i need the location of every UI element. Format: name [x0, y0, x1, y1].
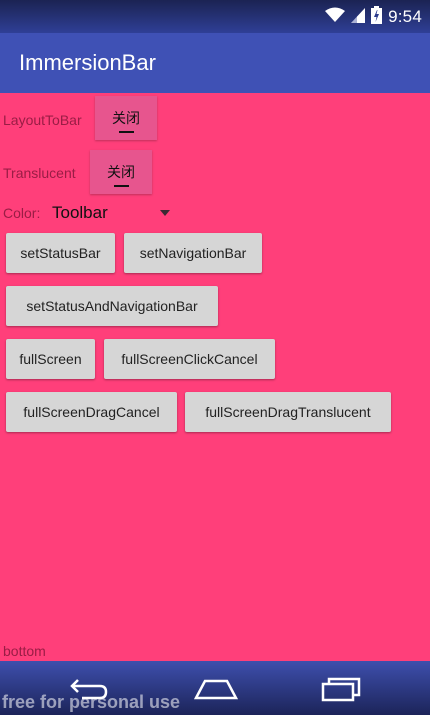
app-title: ImmersionBar [19, 50, 156, 75]
battery-charging-icon [371, 5, 383, 29]
set-status-bar-button[interactable]: setStatusBar [6, 233, 115, 273]
status-time: 9:54 [388, 7, 422, 26]
full-screen-drag-translucent-button[interactable]: fullScreenDragTranslucent [185, 392, 391, 432]
color-label: Color: [3, 205, 41, 221]
toggle-indicator [114, 185, 129, 187]
recents-icon[interactable] [311, 671, 371, 705]
app-bar: ImmersionBar [0, 33, 430, 93]
bottom-label: bottom [3, 643, 46, 659]
color-spinner[interactable]: Toolbar [50, 198, 176, 226]
status-bar: 9:54 [0, 0, 430, 33]
translucent-label: Translucent [3, 165, 76, 181]
status-icons: 9:54 [325, 5, 422, 29]
full-screen-click-cancel-button[interactable]: fullScreenClickCancel [104, 339, 275, 379]
home-icon[interactable] [186, 671, 246, 705]
chevron-down-icon [160, 210, 170, 216]
translucent-toggle-label: 关闭 [107, 165, 135, 181]
toggle-indicator [119, 131, 134, 133]
color-spinner-value: Toolbar [52, 203, 108, 222]
full-screen-button[interactable]: fullScreen [6, 339, 95, 379]
layout-to-bar-label: LayoutToBar [3, 112, 82, 128]
wifi-icon [325, 7, 346, 28]
full-screen-drag-cancel-button[interactable]: fullScreenDragCancel [6, 392, 177, 432]
set-navigation-bar-button[interactable]: setNavigationBar [124, 233, 262, 273]
signal-icon [351, 7, 366, 28]
translucent-toggle-button[interactable]: 关闭 [90, 150, 152, 194]
watermark-text: free for personal use [2, 692, 181, 712]
layout-to-bar-toggle-button[interactable]: 关闭 [95, 96, 157, 140]
layout-to-bar-toggle-label: 关闭 [112, 111, 140, 127]
set-status-and-navigation-bar-button[interactable]: setStatusAndNavigationBar [6, 286, 218, 326]
